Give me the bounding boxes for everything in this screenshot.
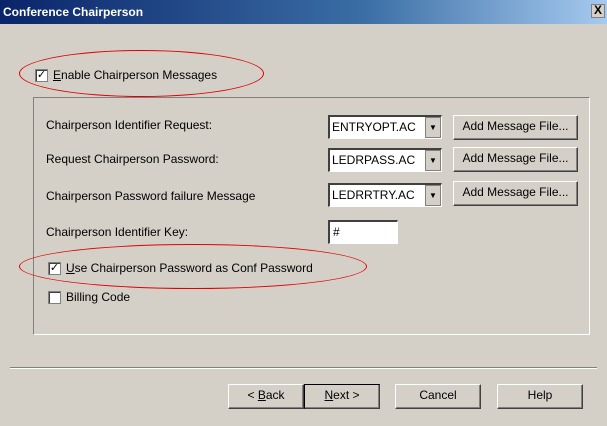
billing-code-checkbox[interactable]	[48, 291, 61, 304]
identifier-request-label: Chairperson Identifier Request:	[46, 118, 213, 132]
use-password-checkbox[interactable]: ✓	[48, 262, 61, 275]
title-bar: Conference Chairperson X	[0, 0, 607, 24]
separator-line	[10, 367, 597, 369]
add-message-file-button-2[interactable]: Add Message File...	[453, 147, 578, 172]
password-failure-combo[interactable]: LEDRRTRY.AC ▼	[328, 183, 442, 207]
next-button[interactable]: Next >	[304, 384, 380, 409]
request-password-label: Request Chairperson Password:	[46, 152, 219, 166]
close-button[interactable]: X	[591, 4, 605, 18]
identifier-key-label: Chairperson Identifier Key:	[46, 225, 189, 239]
request-password-combo[interactable]: LEDRPASS.AC ▼	[328, 148, 442, 172]
billing-code-label[interactable]: Billing Code	[66, 290, 130, 304]
enable-messages-checkbox[interactable]: ✓	[35, 69, 48, 82]
identifier-request-value: ENTRYOPT.AC	[332, 120, 416, 134]
dropdown-arrow-icon[interactable]: ▼	[425, 117, 441, 138]
identifier-key-input[interactable]: #	[328, 220, 398, 244]
dropdown-arrow-icon[interactable]: ▼	[425, 150, 441, 171]
add-message-file-button-1[interactable]: Add Message File...	[453, 115, 578, 140]
dropdown-arrow-icon[interactable]: ▼	[425, 185, 441, 206]
back-button[interactable]: < Back	[228, 384, 304, 409]
request-password-value: LEDRPASS.AC	[332, 153, 416, 167]
enable-messages-label[interactable]: Enable Chairperson Messages	[53, 68, 217, 82]
window-title: Conference Chairperson	[3, 5, 144, 19]
cancel-button[interactable]: Cancel	[395, 384, 481, 409]
identifier-request-combo[interactable]: ENTRYOPT.AC ▼	[328, 115, 442, 139]
add-message-file-button-3[interactable]: Add Message File...	[453, 181, 578, 206]
help-button[interactable]: Help	[497, 384, 583, 409]
password-failure-label: Chairperson Password failure Message	[46, 189, 256, 203]
checkmark-icon: ✓	[36, 69, 47, 81]
password-failure-value: LEDRRTRY.AC	[332, 188, 415, 202]
use-password-label[interactable]: Use Chairperson Password as Conf Passwor…	[66, 261, 313, 275]
close-icon: X	[593, 3, 602, 17]
checkmark-icon: ✓	[49, 262, 60, 274]
